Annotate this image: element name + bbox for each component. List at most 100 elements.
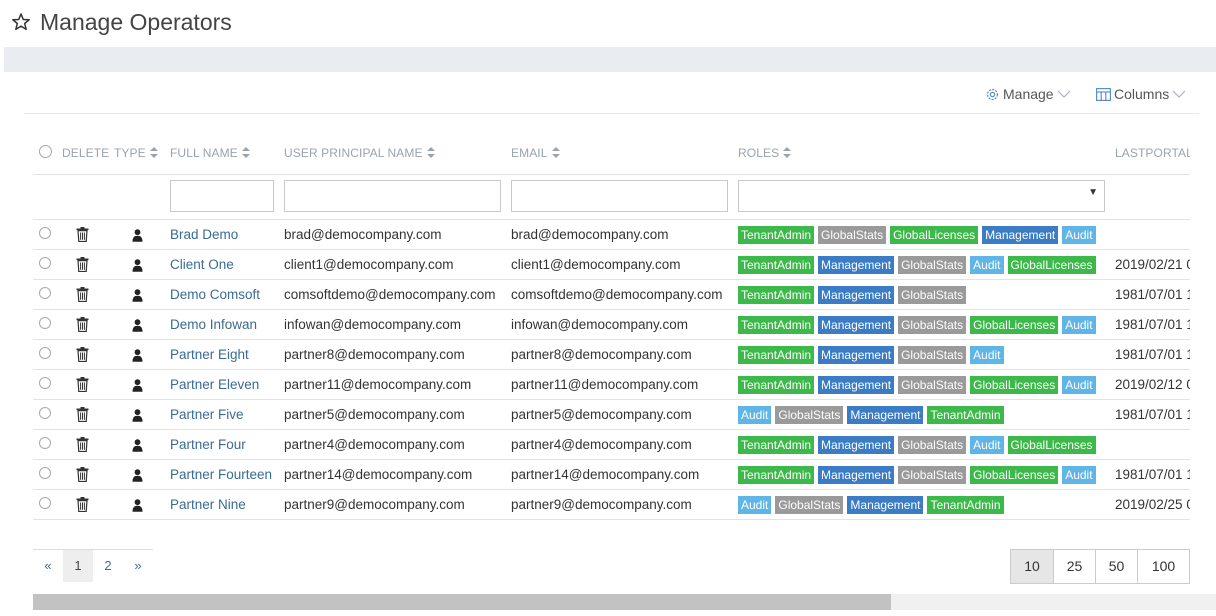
sort-icon: [241, 147, 250, 159]
table-row[interactable]: Partner Fourteen partner14@democompany.co…: [33, 460, 1190, 490]
full-name-link[interactable]: Partner Four: [170, 430, 246, 460]
upn-cell: comsoftdemo@democompany.com: [284, 287, 496, 302]
role-badge: Management: [818, 346, 895, 364]
page-prev-button[interactable]: «: [33, 550, 63, 582]
header-roles[interactable]: ROLES: [738, 146, 792, 160]
person-icon: [132, 439, 143, 452]
last-login-cell: [1115, 430, 1190, 460]
role-badge: TenantAdmin: [738, 286, 815, 304]
page-size-50-button[interactable]: 50: [1095, 550, 1137, 583]
row-select-radio[interactable]: [39, 317, 51, 329]
table-row[interactable]: Partner Eleven partner11@democompany.com p…: [33, 370, 1190, 400]
horizontal-scrollbar-thumb[interactable]: [33, 594, 891, 610]
upn-cell: partner8@democompany.com: [284, 347, 465, 362]
role-badge: TenantAdmin: [738, 256, 815, 274]
upn-cell: partner11@democompany.com: [284, 377, 472, 392]
row-select-radio[interactable]: [39, 377, 51, 389]
full-name-link[interactable]: Client One: [170, 250, 234, 280]
table-row[interactable]: Client One client1@democompany.com client1…: [33, 250, 1190, 280]
header-type[interactable]: TYPE: [114, 146, 158, 160]
full-name-link[interactable]: Partner Nine: [170, 490, 246, 520]
page-size-10-button[interactable]: 10: [1011, 550, 1053, 583]
roles-cell: Audit GlobalStats Management TenantAdmin: [738, 406, 1004, 424]
roles-cell: TenantAdmin Management GlobalStats GlobalLi…: [738, 466, 1096, 484]
last-login-cell: 2019/02/25 0: [1115, 497, 1190, 512]
star-outline-icon[interactable]: [11, 12, 31, 32]
row-select-radio[interactable]: [39, 497, 51, 509]
email-cell: partner14@democompany.com: [511, 467, 700, 482]
columns-dropdown[interactable]: Columns: [1096, 84, 1186, 104]
person-icon: [132, 259, 143, 272]
row-select-radio[interactable]: [39, 407, 51, 419]
role-badge: TenantAdmin: [738, 346, 815, 364]
trash-icon[interactable]: [76, 317, 89, 333]
role-badge: GlobalStats: [898, 286, 967, 304]
roles-cell: TenantAdmin GlobalStats GlobalLicenses Mana…: [738, 226, 1096, 244]
manage-dropdown[interactable]: Manage: [985, 84, 1071, 104]
sort-icon: [426, 147, 435, 159]
filter-upn-input[interactable]: [284, 180, 501, 212]
trash-icon[interactable]: [76, 347, 89, 363]
table-row[interactable]: Demo Comsoft comsoftdemo@democompany.com c…: [33, 280, 1190, 310]
row-select-radio[interactable]: [39, 347, 51, 359]
role-badge: GlobalLicenses: [1007, 436, 1096, 454]
person-icon: [132, 229, 143, 242]
table-row[interactable]: Demo Infowan infowan@democompany.com infow…: [33, 310, 1190, 340]
page-size-100-button[interactable]: 100: [1137, 550, 1189, 583]
upn-cell: infowan@democompany.com: [284, 317, 462, 332]
row-select-radio[interactable]: [39, 227, 51, 239]
upn-cell: partner9@democompany.com: [284, 497, 465, 512]
upn-cell: brad@democompany.com: [284, 227, 442, 242]
trash-icon[interactable]: [76, 227, 89, 243]
trash-icon[interactable]: [76, 497, 89, 513]
upn-cell: partner5@democompany.com: [284, 407, 465, 422]
filter-roles-select[interactable]: ▼: [738, 180, 1105, 212]
table-row[interactable]: Partner Five partner5@democompany.com part…: [33, 400, 1190, 430]
row-select-radio[interactable]: [39, 437, 51, 449]
table-row[interactable]: Partner Four partner4@democompany.com part…: [33, 430, 1190, 460]
row-select-radio[interactable]: [39, 257, 51, 269]
table-row[interactable]: Partner Eight partner8@democompany.com par…: [33, 340, 1190, 370]
trash-icon[interactable]: [76, 407, 89, 423]
page-size-selector: 10 25 50 100: [1010, 549, 1190, 584]
page-next-button[interactable]: »: [123, 550, 153, 582]
filter-email-input[interactable]: [511, 180, 728, 212]
role-badge: GlobalLicenses: [1007, 256, 1096, 274]
trash-icon[interactable]: [76, 437, 89, 453]
role-badge: Management: [818, 466, 895, 484]
table-row[interactable]: Partner Nine partner9@democompany.com part…: [33, 490, 1190, 520]
header-email[interactable]: EMAIL: [511, 146, 560, 160]
role-badge: Management: [818, 436, 895, 454]
role-badge: Management: [818, 316, 895, 334]
full-name-link[interactable]: Demo Comsoft: [170, 280, 260, 310]
trash-icon[interactable]: [76, 377, 89, 393]
row-select-radio[interactable]: [39, 287, 51, 299]
full-name-link[interactable]: Partner Eleven: [170, 370, 259, 400]
title-bar: Manage Operators: [0, 0, 1216, 47]
page-1-button[interactable]: 1: [63, 550, 93, 582]
header-last-login[interactable]: LASTPORTALLI: [1115, 146, 1190, 160]
filter-full-name-input[interactable]: [170, 180, 274, 212]
full-name-link[interactable]: Brad Demo: [170, 220, 238, 250]
page-size-25-button[interactable]: 25: [1053, 550, 1095, 583]
email-cell: partner8@democompany.com: [511, 347, 692, 362]
full-name-link[interactable]: Partner Fourteen: [170, 460, 272, 490]
email-cell: partner11@democompany.com: [511, 377, 699, 392]
sort-icon: [551, 147, 560, 159]
page-2-button[interactable]: 2: [93, 550, 123, 582]
header-upn[interactable]: USER PRINCIPAL NAME: [284, 146, 435, 160]
person-icon: [132, 319, 143, 332]
row-select-radio[interactable]: [39, 467, 51, 479]
full-name-link[interactable]: Partner Eight: [170, 340, 249, 370]
trash-icon[interactable]: [76, 257, 89, 273]
full-name-link[interactable]: Partner Five: [170, 400, 244, 430]
full-name-link[interactable]: Demo Infowan: [170, 310, 257, 340]
sort-icon: [149, 147, 158, 159]
select-all-radio[interactable]: [39, 145, 52, 158]
trash-icon[interactable]: [76, 467, 89, 483]
header-full-name[interactable]: FULL NAME: [170, 146, 250, 160]
table-row[interactable]: Brad Demo brad@democompany.com brad@democo…: [33, 220, 1190, 250]
last-login-cell: 1981/07/01 1: [1115, 407, 1190, 422]
gear-icon: [986, 88, 999, 100]
trash-icon[interactable]: [76, 287, 89, 303]
